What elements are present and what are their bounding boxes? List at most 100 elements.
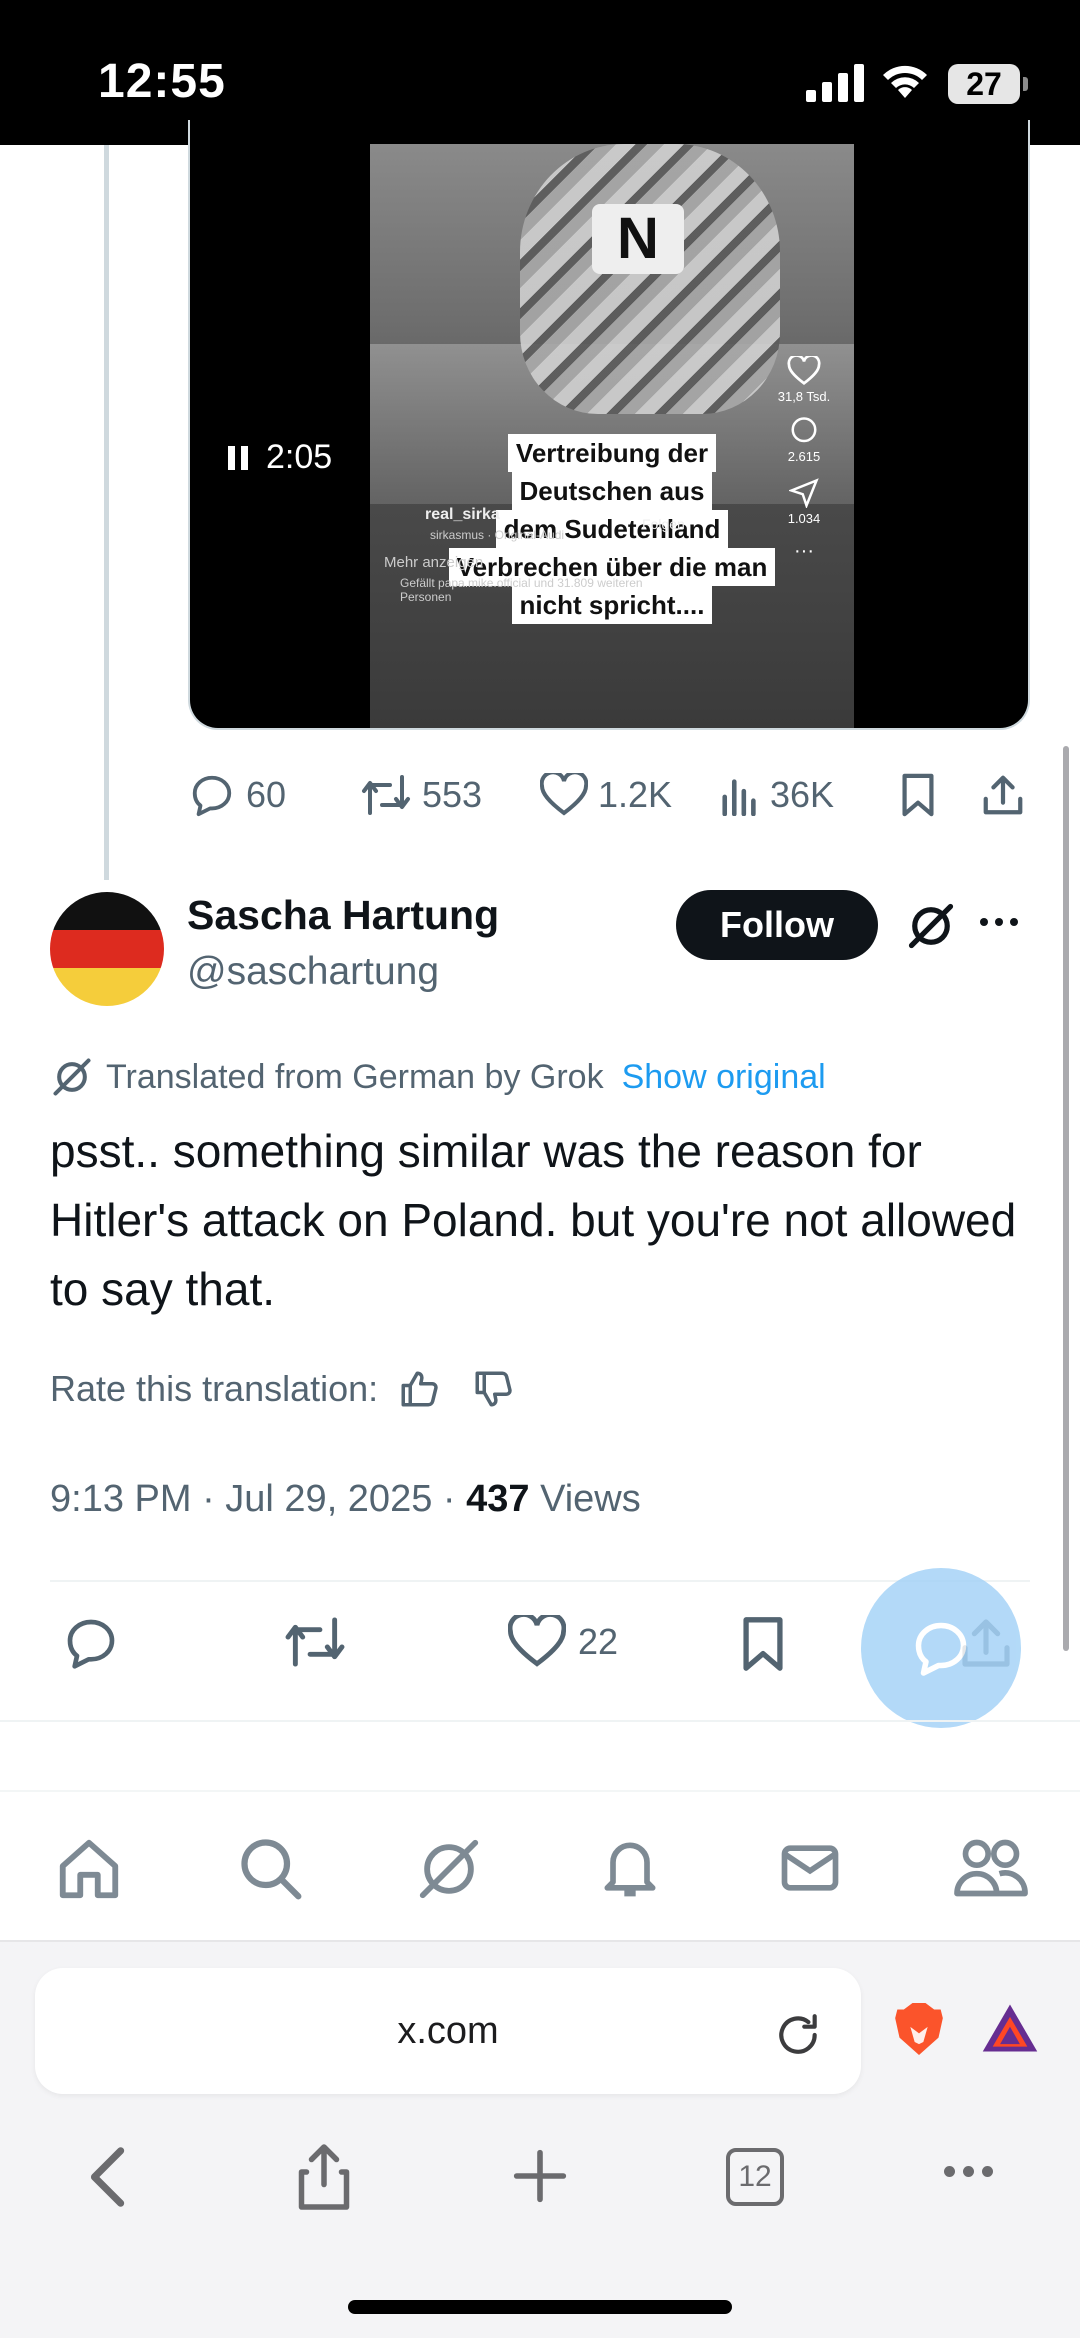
- share-icon: [983, 775, 1023, 815]
- reload-icon[interactable]: [773, 2010, 823, 2060]
- more-menu-icon[interactable]: [944, 2166, 993, 2177]
- grok-icon[interactable]: [905, 900, 957, 952]
- battery-level: 27: [966, 66, 1002, 102]
- share-icon[interactable]: [296, 2142, 352, 2212]
- tweet-timestamp: 9:13 PM · Jul 29, 2025 · 437 Views: [50, 1478, 641, 1521]
- video-follow-label: Folgen: [642, 516, 685, 532]
- rate-label: Rate this translation:: [50, 1368, 379, 1409]
- back-icon[interactable]: [84, 2142, 134, 2212]
- communities-icon[interactable]: [954, 1834, 1028, 1902]
- video-share-count: 1.034: [787, 511, 821, 526]
- share-button[interactable]: [980, 772, 1026, 818]
- tweet-time: 9:13 PM · Jul 29, 2025 ·: [50, 1478, 467, 1520]
- video-like-stat: 31,8 Tsd.: [774, 354, 834, 404]
- messages-envelope-icon[interactable]: [776, 1834, 844, 1902]
- video-frame: N Vertreibung der Deutschen aus dem Sude…: [370, 144, 854, 728]
- video-liked-by: Gefällt papa.mike.official und 31.809 we…: [400, 576, 643, 604]
- video-controls[interactable]: 2:05: [228, 438, 332, 477]
- like-button[interactable]: 22: [508, 1615, 618, 1669]
- send-icon: [787, 478, 819, 510]
- heart-icon: [540, 773, 588, 816]
- tweet-text: psst.. something similar was the reason …: [50, 1125, 1017, 1315]
- author-handle[interactable]: @saschartung: [187, 950, 439, 994]
- translation-notice: Translated from German by Grok Show orig…: [50, 1055, 826, 1099]
- video-share-stat: 1.034: [774, 478, 834, 526]
- address-bar[interactable]: x.com: [35, 1968, 861, 2094]
- home-icon[interactable]: [54, 1834, 124, 1904]
- bookmark-icon: [743, 1617, 783, 1671]
- video-comment-stat: 2.615: [774, 416, 834, 464]
- bookmark-button[interactable]: [738, 1615, 788, 1673]
- divider: [0, 1720, 1080, 1722]
- quoted-post-actions: 60 553 1.2K 36K: [188, 765, 1030, 825]
- follow-button[interactable]: Follow: [676, 890, 878, 960]
- heart-icon: [508, 1615, 566, 1667]
- video-duration: 2:05: [266, 438, 333, 476]
- thumbs-down-icon[interactable]: [472, 1368, 514, 1410]
- repost-icon: [285, 1617, 345, 1667]
- browser-toolbar: x.com 12: [0, 1940, 1080, 2338]
- reply-button[interactable]: 60: [188, 772, 286, 818]
- shirt-logo: N: [592, 204, 684, 274]
- repost-button[interactable]: [283, 1615, 347, 1669]
- pause-icon[interactable]: [228, 445, 248, 470]
- video-audio: sirkasmus · Original-Audi: [430, 528, 565, 542]
- grok-icon[interactable]: [414, 1834, 484, 1904]
- rate-translation: Rate this translation:: [50, 1368, 514, 1410]
- video-subject: [520, 144, 780, 414]
- browser-nav-bar: 12: [0, 2142, 1080, 2242]
- reply-icon: [67, 1619, 115, 1669]
- reply-button[interactable]: [62, 1615, 120, 1671]
- brave-rewards-icon[interactable]: [980, 2002, 1040, 2054]
- app-bottom-nav: [0, 1790, 1080, 1940]
- new-tab-plus-icon[interactable]: [512, 2148, 568, 2204]
- compose-reply-icon: [915, 1622, 967, 1676]
- video-like-count: 31,8 Tsd.: [777, 389, 831, 404]
- address-bar-url: x.com: [397, 2010, 499, 2052]
- scrollbar[interactable]: [1063, 746, 1069, 1651]
- like-count: 22: [578, 1621, 619, 1662]
- status-time: 12:55: [98, 55, 226, 108]
- repost-button[interactable]: 553: [360, 773, 482, 817]
- like-button[interactable]: 1.2K: [540, 773, 672, 817]
- views-button[interactable]: 36K: [720, 774, 834, 816]
- tabs-count-button[interactable]: 12: [726, 2148, 784, 2206]
- video-more-icon: ···: [794, 540, 814, 562]
- notifications-bell-icon[interactable]: [596, 1834, 664, 1902]
- thumbs-up-icon[interactable]: [398, 1368, 440, 1410]
- author-name[interactable]: Sascha Hartung: [187, 892, 499, 939]
- overlay-line: Deutschen aus: [511, 472, 713, 510]
- grok-icon: [53, 1058, 91, 1096]
- bookmark-button[interactable]: [898, 772, 938, 818]
- heart-icon: [787, 354, 821, 385]
- overlay-line: Vertreibung der: [507, 434, 717, 472]
- avatar[interactable]: [50, 892, 164, 1006]
- cellular-signal-icon: [806, 64, 864, 102]
- thread-connector-line: [104, 145, 109, 880]
- divider: [50, 1580, 1030, 1582]
- reply-count: 60: [246, 774, 287, 815]
- more-options-icon[interactable]: [980, 918, 1018, 926]
- battery-icon: 27: [948, 64, 1028, 104]
- home-indicator[interactable]: [348, 2300, 732, 2314]
- brave-shields-icon[interactable]: [893, 2000, 945, 2058]
- views-label: Views: [529, 1478, 641, 1520]
- translation-text: Translated from German by Grok: [106, 1057, 604, 1096]
- search-icon[interactable]: [236, 1834, 304, 1902]
- analytics-icon: [722, 779, 756, 816]
- show-original-link[interactable]: Show original: [622, 1058, 826, 1097]
- repost-count: 553: [422, 774, 483, 815]
- views-count: 36K: [770, 774, 835, 815]
- wifi-icon: [883, 65, 927, 98]
- like-count: 1.2K: [598, 774, 673, 815]
- video-creator: real_sirka: [425, 506, 500, 523]
- quoted-video-player[interactable]: N Vertreibung der Deutschen aus dem Sude…: [188, 120, 1030, 730]
- video-comment-count: 2.615: [787, 449, 821, 464]
- repost-icon: [362, 775, 410, 815]
- video-more-label: Mehr anzeigen: [384, 554, 484, 571]
- views-count: 437: [466, 1478, 530, 1520]
- comment-bubble-icon: [791, 417, 817, 443]
- compose-reply-fab[interactable]: [861, 1568, 1021, 1728]
- bookmark-icon: [902, 773, 934, 817]
- reply-icon: [192, 775, 232, 817]
